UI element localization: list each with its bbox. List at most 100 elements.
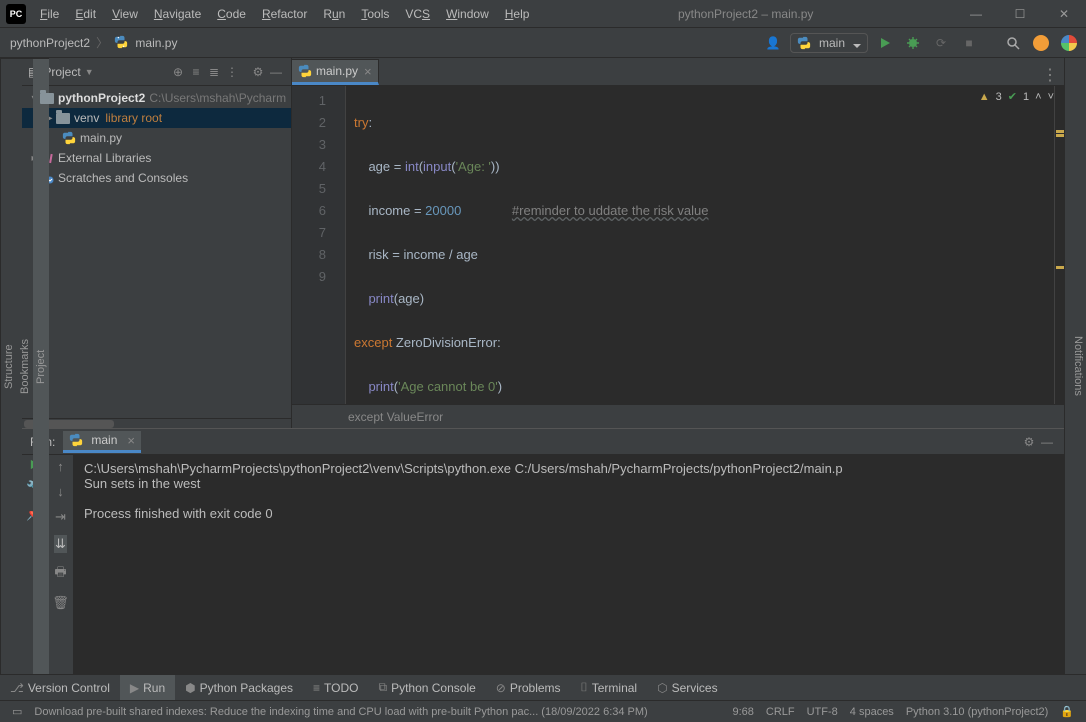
menu-help[interactable]: Help xyxy=(497,3,538,25)
next-highlight-icon[interactable]: ˅ xyxy=(1048,91,1054,103)
run-hide-icon[interactable]: — xyxy=(1038,433,1056,451)
editor-tabs-more-icon[interactable]: ⋮ xyxy=(1042,65,1058,85)
editor: main.py × ⋮ 123456789 try: age = int(inp… xyxy=(292,58,1064,428)
editor-tab-main[interactable]: main.py × xyxy=(292,59,379,85)
menu-navigate[interactable]: Navigate xyxy=(146,3,209,25)
tree-venv-hint: library root xyxy=(105,111,162,125)
play-icon: ▶ xyxy=(130,681,139,695)
title-bar: PC File Edit View Navigate Code Refactor… xyxy=(0,0,1086,28)
gear-icon[interactable]: ⚙ xyxy=(249,63,267,81)
tool-packages[interactable]: ⬢Python Packages xyxy=(175,675,303,700)
tool-console[interactable]: ⧉Python Console xyxy=(368,675,485,700)
tree-main-py[interactable]: main.py xyxy=(22,128,291,148)
line-gutter: 123456789 xyxy=(292,86,334,404)
run-tab-label: main xyxy=(91,433,117,447)
down-icon[interactable]: ↓ xyxy=(57,484,64,499)
crumb-file[interactable]: main.py xyxy=(110,33,181,52)
menu-edit[interactable]: Edit xyxy=(67,3,104,25)
menu-view[interactable]: View xyxy=(104,3,146,25)
run-header: Run: main × ⚙ — xyxy=(22,429,1064,455)
scroll-end-icon[interactable]: ⇊ xyxy=(54,535,67,553)
project-header: ▤ Project ▼ ⊕ ≡ ≣ ⋮ ⚙ — xyxy=(22,58,291,86)
close-run-tab-icon[interactable]: × xyxy=(127,433,135,448)
tree-scratches[interactable]: Scratches and Consoles xyxy=(22,168,291,188)
crumb-file-label: main.py xyxy=(135,36,177,50)
tool-vcs[interactable]: ⎇Version Control xyxy=(0,675,120,700)
app-icon: PC xyxy=(6,4,26,24)
ok-count: 1 xyxy=(1023,91,1029,103)
print-icon[interactable]: 🖶 xyxy=(54,563,66,585)
close-button[interactable]: ✕ xyxy=(1042,0,1086,28)
left-stripe: Structure Bookmarks Project xyxy=(0,58,22,674)
menu-file[interactable]: File xyxy=(32,3,67,25)
left-tab-structure[interactable]: Structure xyxy=(1,58,17,674)
locate-icon[interactable]: ⊕ xyxy=(169,63,187,81)
menu-tools[interactable]: Tools xyxy=(353,3,397,25)
tool-run[interactable]: ▶Run xyxy=(120,675,175,700)
left-tab-bookmarks[interactable]: Bookmarks xyxy=(17,58,33,674)
expand-all-icon[interactable]: ≡ xyxy=(187,63,205,81)
tree-extlib-label: External Libraries xyxy=(58,151,151,165)
search-icon[interactable] xyxy=(1002,32,1024,54)
tool-services[interactable]: ⬡Services xyxy=(647,675,728,700)
menu-refactor[interactable]: Refactor xyxy=(254,3,315,25)
minimize-button[interactable]: — xyxy=(954,0,998,28)
collapse-all-icon[interactable]: ≣ xyxy=(205,63,223,81)
more-icon[interactable]: ⋮ xyxy=(223,63,241,81)
maximize-button[interactable]: ☐ xyxy=(998,0,1042,28)
coverage-button[interactable]: ⟳ xyxy=(930,32,952,54)
file-encoding[interactable]: UTF-8 xyxy=(807,706,838,718)
tool-todo[interactable]: ≡TODO xyxy=(303,675,368,700)
prev-highlight-icon[interactable]: ˄ xyxy=(1035,91,1041,103)
run-output[interactable]: C:\Users\mshah\PycharmProjects\pythonPro… xyxy=(74,455,1064,674)
tree-root-path: C:\Users\mshah\Pycharm xyxy=(149,91,286,105)
hide-icon[interactable]: — xyxy=(267,63,285,81)
menu-window[interactable]: Window xyxy=(438,3,497,25)
editor-breadcrumb[interactable]: except ValueError xyxy=(292,404,1064,428)
window-title: pythonProject2 – main.py xyxy=(537,7,954,21)
soft-wrap-icon[interactable]: ⇥ xyxy=(55,509,66,525)
stop-button[interactable]: ■ xyxy=(958,32,980,54)
warning-icon: ▲ xyxy=(979,91,990,103)
ide-features-icon[interactable] xyxy=(1058,32,1080,54)
tool-terminal[interactable]: ⌷Terminal xyxy=(571,675,648,700)
python-interpreter[interactable]: Python 3.10 (pythonProject2) xyxy=(906,706,1048,718)
updates-icon[interactable] xyxy=(1030,32,1052,54)
python-icon xyxy=(62,131,76,145)
right-tab-notifications[interactable]: Notifications xyxy=(1070,58,1086,674)
menu-code[interactable]: Code xyxy=(209,3,254,25)
indent-setting[interactable]: 4 spaces xyxy=(850,706,894,718)
code-area[interactable]: try: age = int(input('Age: ')) income = … xyxy=(346,86,1054,404)
toolwindows-icon[interactable]: ▭ xyxy=(12,705,22,718)
crumb-project[interactable]: pythonProject2 xyxy=(6,34,94,52)
tool-problems[interactable]: ⊘Problems xyxy=(486,675,571,700)
trash-icon[interactable]: 🗑 xyxy=(52,595,69,611)
error-stripe[interactable] xyxy=(1054,86,1064,404)
inspections-widget[interactable]: ▲3 ✔1 ˄ ˅ xyxy=(979,90,1054,103)
packages-icon: ⬢ xyxy=(185,681,195,695)
menu-vcs[interactable]: VCS xyxy=(397,3,438,25)
run-config-selector[interactable]: main xyxy=(790,33,868,53)
menu-run[interactable]: Run xyxy=(315,3,353,25)
caret-position[interactable]: 9:68 xyxy=(732,706,753,718)
add-user-icon[interactable]: 👤 xyxy=(762,32,784,54)
lock-icon[interactable]: 🔒 xyxy=(1060,705,1074,718)
tree-project-root[interactable]: ▾ pythonProject2 C:\Users\mshah\Pycharm xyxy=(22,88,291,108)
tree-scratch-label: Scratches and Consoles xyxy=(58,171,188,185)
tree-venv[interactable]: ▸ venv library root xyxy=(22,108,291,128)
up-icon[interactable]: ↑ xyxy=(57,459,64,474)
debug-button[interactable] xyxy=(902,32,924,54)
chevron-right-icon: 〉 xyxy=(96,34,108,51)
run-tab-main[interactable]: main × xyxy=(63,431,141,453)
editor-body[interactable]: 123456789 try: age = int(input('Age: '))… xyxy=(292,86,1064,404)
left-tab-project[interactable]: Project xyxy=(33,58,49,674)
line-separator[interactable]: CRLF xyxy=(766,706,795,718)
status-message[interactable]: Download pre-built shared indexes: Reduc… xyxy=(34,706,647,718)
editor-tabs: main.py × ⋮ xyxy=(292,58,1064,86)
close-tab-icon[interactable]: × xyxy=(364,64,372,79)
terminal-icon: ⌷ xyxy=(581,680,588,695)
run-button[interactable] xyxy=(874,32,896,54)
run-gear-icon[interactable]: ⚙ xyxy=(1020,433,1038,451)
fold-gutter[interactable] xyxy=(334,86,346,404)
tree-external-libs[interactable]: ▸ External Libraries xyxy=(22,148,291,168)
